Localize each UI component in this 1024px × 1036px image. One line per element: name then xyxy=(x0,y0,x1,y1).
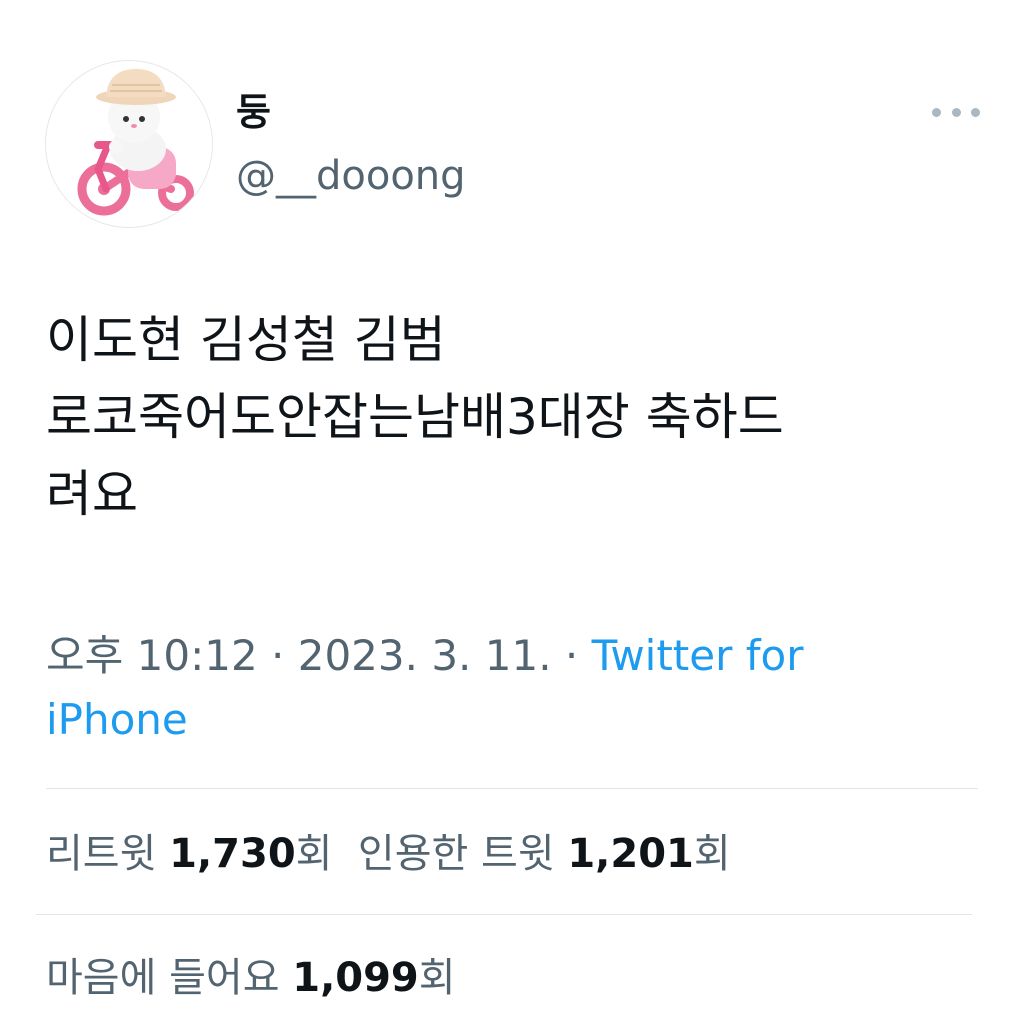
likes-stats-row: 마음에 들어요 1,099회 xyxy=(46,950,456,1006)
quotes-unit: 회 xyxy=(693,831,731,877)
author-handle[interactable]: @__dooong xyxy=(236,150,466,202)
meta-separator: · xyxy=(257,631,298,680)
retweets-count: 1,730 xyxy=(169,831,296,877)
tweet-text: 이도현 김성철 김범 로코죽어도안잡는남배3대장 축하드 려요 xyxy=(46,311,784,523)
likes-label: 마음에 들어요 xyxy=(46,955,293,1001)
more-dot xyxy=(951,107,961,117)
likes-count: 1,099 xyxy=(292,955,419,1001)
more-horizontal-icon[interactable] xyxy=(932,100,980,124)
divider xyxy=(36,914,972,915)
quote-tweets-stat[interactable]: 인용한 트윗 1,201회 xyxy=(358,831,731,877)
engagement-stats-row: 리트윗 1,730회 인용한 트윗 1,201회 xyxy=(46,826,731,882)
author-display-name[interactable]: 둥 xyxy=(236,88,271,136)
quotes-label: 인용한 트윗 xyxy=(357,831,568,877)
more-dot xyxy=(971,107,980,117)
retweets-stat[interactable]: 리트윗 1,730회 xyxy=(46,831,332,877)
tweet-time[interactable]: 오후 10:12 xyxy=(46,631,258,680)
avatar-image xyxy=(46,61,212,227)
quotes-count: 1,201 xyxy=(567,831,694,877)
meta-separator: · xyxy=(551,631,592,680)
retweets-label: 리트윗 xyxy=(46,831,170,877)
avatar[interactable] xyxy=(45,60,213,228)
divider xyxy=(46,788,978,789)
more-dot xyxy=(932,107,941,117)
tweet-meta: 오후 10:12 · 2023. 3. 11. · Twitter for iP… xyxy=(46,624,946,752)
tweet-date[interactable]: 2023. 3. 11. xyxy=(298,631,552,680)
likes-unit: 회 xyxy=(418,955,456,1001)
likes-stat[interactable]: 마음에 들어요 1,099회 xyxy=(46,955,456,1001)
retweets-unit: 회 xyxy=(295,831,333,877)
